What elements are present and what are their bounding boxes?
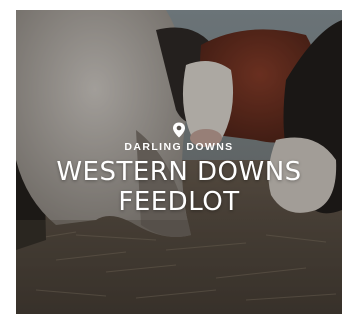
card-caption: DARLING DOWNS WESTERN DOWNS FEEDLOT (16, 122, 342, 217)
card-title-line-2: FEEDLOT (118, 187, 240, 217)
card-title[interactable]: WESTERN DOWNS FEEDLOT (16, 157, 342, 217)
map-pin-icon (173, 122, 185, 138)
region-label: DARLING DOWNS (124, 141, 234, 153)
feedlot-card[interactable]: DARLING DOWNS WESTERN DOWNS FEEDLOT (16, 10, 342, 314)
card-title-line-1: WESTERN DOWNS (56, 157, 302, 187)
